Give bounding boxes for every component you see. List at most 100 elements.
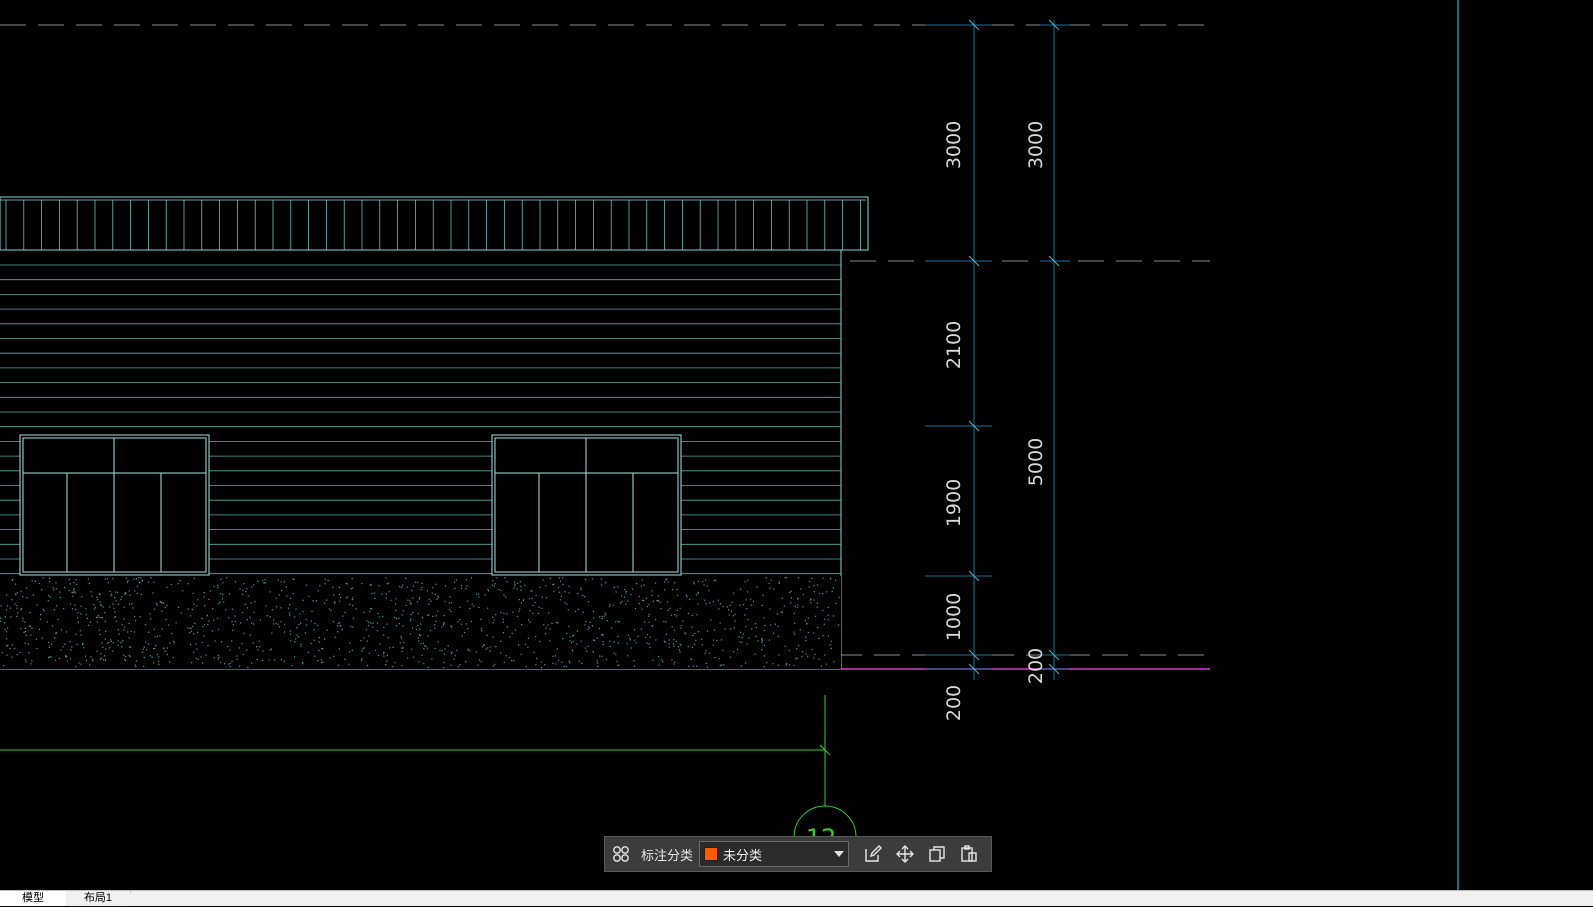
hatch-dot: [470, 577, 473, 579]
hatch-dot: [419, 623, 422, 625]
hatch-dot: [460, 585, 462, 587]
hatch-dot: [648, 615, 650, 617]
drawing-canvas[interactable]: 3000 2100 1900 1000 200 3000 5000 200 12: [0, 0, 1593, 890]
hatch-dot: [28, 652, 30, 654]
hatch-dot: [747, 618, 749, 621]
hatch-dot: [257, 649, 259, 651]
hatch-dot: [99, 633, 101, 636]
hatch-dot: [553, 590, 555, 593]
hatch-dot: [763, 655, 765, 657]
hatch-dot: [816, 602, 818, 604]
tab-model[interactable]: 模型: [0, 891, 66, 906]
hatch-dot: [467, 649, 469, 651]
hatch-dot: [602, 641, 604, 643]
hatch-dot: [123, 654, 125, 656]
hatch-dot: [332, 586, 334, 588]
hatch-dot: [571, 642, 573, 644]
hatch-dot: [527, 637, 529, 639]
hatch-dot: [71, 608, 74, 610]
hatch-dot: [818, 658, 820, 660]
hatch-dot: [232, 629, 234, 631]
hatch-dot: [242, 593, 244, 595]
hatch-dot: [117, 644, 119, 646]
hatch-dot: [251, 586, 253, 588]
edit-icon[interactable]: [858, 839, 888, 869]
hatch-dot: [99, 604, 102, 606]
copy-icon[interactable]: [922, 839, 952, 869]
hatch-dot: [534, 601, 536, 603]
hatch-dot: [75, 578, 77, 581]
hatch-dot: [421, 654, 423, 656]
hatch-dot: [521, 624, 523, 626]
hatch-dot: [295, 608, 297, 610]
hatch-dot: [69, 641, 71, 643]
hatch-dot: [641, 579, 643, 581]
hatch-dot: [70, 603, 72, 605]
hatch-dot: [549, 640, 551, 642]
hatch-dot: [283, 631, 286, 633]
hatch-dot: [115, 616, 117, 618]
hatch-dot: [280, 659, 283, 661]
hatch-dot: [97, 599, 99, 601]
hatch-dot: [152, 592, 154, 594]
hatch-dot: [575, 611, 577, 613]
hatch-dot: [562, 583, 564, 586]
hatch-dot: [718, 658, 720, 660]
hatch-dot: [246, 619, 248, 621]
hatch-dot: [377, 612, 379, 615]
tab-layout1[interactable]: 布局1: [66, 891, 130, 906]
hatch-dot: [24, 642, 26, 644]
hatch-dot: [197, 599, 199, 601]
hatch-dot: [833, 661, 835, 663]
move-icon[interactable]: [890, 839, 920, 869]
hatch-dot: [99, 601, 101, 603]
hatch-dot: [651, 625, 653, 627]
hatch-dot: [294, 656, 296, 658]
hatch-dot: [422, 642, 424, 644]
hatch-dot: [770, 624, 772, 626]
hatch-dot: [368, 652, 370, 654]
hatch-dot: [535, 664, 537, 666]
dimension-chain-outer: [1040, 20, 1070, 680]
hatch-dot: [746, 608, 748, 610]
grid-layout-icon[interactable]: [606, 839, 636, 869]
hatch-dot: [112, 603, 114, 605]
hatch-dot: [646, 642, 648, 644]
hatch-dot: [453, 658, 455, 660]
hatch-dot: [383, 652, 385, 654]
hatch-dot: [503, 661, 505, 663]
hatch-dot: [220, 593, 222, 595]
hatch-dot: [480, 628, 482, 630]
hatch-dot: [190, 630, 192, 632]
hatch-dot: [64, 643, 66, 645]
hatch-dot: [108, 641, 110, 643]
hatch-dot: [420, 589, 422, 591]
hatch-dot: [153, 648, 155, 650]
hatch-dot: [327, 579, 329, 582]
paste-icon[interactable]: [954, 839, 984, 869]
hatch-dot: [805, 636, 807, 638]
hatch-dot: [690, 658, 692, 660]
hatch-dot: [360, 659, 362, 662]
hatch-dot: [500, 640, 502, 642]
hatch-dot: [141, 651, 144, 653]
hatch-dot: [232, 624, 234, 626]
chevron-down-icon[interactable]: [834, 851, 845, 857]
hatch-dot: [608, 605, 611, 607]
hatch-dot: [448, 609, 450, 611]
hatch-dot: [234, 581, 237, 583]
hatch-dot: [535, 595, 537, 597]
hatch-dot: [173, 642, 175, 644]
hatch-dot: [253, 623, 255, 625]
hatch-dot: [428, 603, 430, 605]
hatch-dot: [324, 602, 326, 604]
hatch-dot: [627, 600, 629, 602]
hatch-dot: [218, 602, 220, 604]
hatch-dot: [203, 592, 205, 594]
hatch-dot: [547, 612, 550, 614]
category-select[interactable]: 未分类: [699, 841, 850, 867]
hatch-dot: [498, 589, 500, 591]
hatch-dot: [434, 624, 436, 626]
hatch-dot: [386, 660, 388, 662]
hatch-dot: [456, 649, 458, 651]
